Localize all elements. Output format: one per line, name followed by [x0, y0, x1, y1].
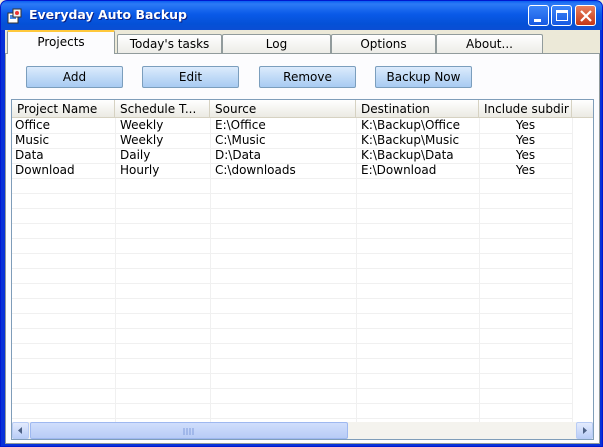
- scroll-left-button[interactable]: [12, 422, 29, 439]
- grid-line: [12, 238, 572, 239]
- edit-button[interactable]: Edit: [142, 66, 239, 88]
- grid-line: [12, 358, 572, 359]
- grid-line: [572, 118, 573, 422]
- cell-schedule: Hourly: [120, 163, 160, 177]
- tab-strip: Projects Today's tasks Log Options About…: [5, 30, 600, 55]
- grid-line: [12, 403, 572, 404]
- table-row[interactable]: Music Weekly C:\Music K:\Backup\Music Ye…: [12, 133, 572, 148]
- minimize-button[interactable]: [528, 5, 549, 26]
- cell-source: E:\Office: [215, 118, 266, 132]
- cell-include-subdir: Yes: [515, 148, 536, 162]
- close-icon: [580, 10, 592, 22]
- cell-schedule: Weekly: [120, 118, 164, 132]
- cell-include-subdir: Yes: [515, 163, 536, 177]
- table-row[interactable]: Data Daily D:\Data K:\Backup\Data Yes: [12, 148, 572, 163]
- window-title: Everyday Auto Backup: [29, 7, 187, 22]
- grid-line: [12, 313, 572, 314]
- cell-include-subdir: Yes: [515, 133, 536, 147]
- grid-line: [12, 388, 572, 389]
- cell-destination: E:\Download: [361, 163, 437, 177]
- grid-line: [12, 268, 572, 269]
- cell-schedule: Daily: [120, 148, 151, 162]
- grid-line: [12, 193, 572, 194]
- projects-list[interactable]: Project Name Schedule T... Source Destin…: [11, 99, 594, 440]
- cell-project-name: Data: [15, 148, 44, 162]
- column-header-schedule-type[interactable]: Schedule T...: [115, 100, 210, 118]
- title-bar[interactable]: Everyday Auto Backup: [1, 1, 602, 30]
- app-backup-icon: [7, 8, 22, 24]
- grid-line: [12, 208, 572, 209]
- cell-source: C:\Music: [215, 133, 266, 147]
- remove-button[interactable]: Remove: [259, 66, 356, 88]
- column-header-destination[interactable]: Destination: [356, 100, 479, 118]
- minimize-icon: [534, 19, 541, 22]
- table-row[interactable]: Office Weekly E:\Office K:\Backup\Office…: [12, 118, 572, 133]
- grid-line: [12, 418, 572, 419]
- column-header-source[interactable]: Source: [210, 100, 356, 118]
- tab-options[interactable]: Options: [331, 34, 436, 54]
- scroll-right-button[interactable]: [576, 422, 593, 439]
- grid-line: [12, 253, 572, 254]
- grid-line: [12, 178, 572, 179]
- list-header: Project Name Schedule T... Source Destin…: [12, 100, 593, 118]
- grid-line: [12, 373, 572, 374]
- tab-todays-tasks[interactable]: Today's tasks: [117, 34, 222, 54]
- scroll-thumb[interactable]: [30, 422, 348, 439]
- backup-now-button[interactable]: Backup Now: [375, 66, 472, 88]
- cell-destination: K:\Backup\Office: [361, 118, 461, 132]
- maximize-icon: [556, 10, 568, 21]
- cell-source: D:\Data: [215, 148, 261, 162]
- tab-about[interactable]: About...: [436, 34, 543, 54]
- column-header-include-subdir[interactable]: Include subdir: [479, 100, 572, 118]
- table-row[interactable]: Download Hourly C:\downloads E:\Download…: [12, 163, 572, 178]
- cell-project-name: Download: [15, 163, 75, 177]
- grid-line: [12, 328, 572, 329]
- grid-line: [12, 223, 572, 224]
- cell-include-subdir: Yes: [515, 118, 536, 132]
- close-button[interactable]: [575, 5, 596, 26]
- tab-log[interactable]: Log: [222, 34, 331, 54]
- tab-projects[interactable]: Projects: [7, 30, 115, 54]
- grip-icon: [183, 428, 194, 435]
- cell-project-name: Music: [15, 133, 50, 147]
- client-area: Projects Today's tasks Log Options About…: [5, 30, 600, 444]
- horizontal-scrollbar[interactable]: [12, 422, 593, 439]
- grid-line: [12, 283, 572, 284]
- cell-destination: K:\Backup\Music: [361, 133, 460, 147]
- arrow-left-icon: [18, 427, 22, 434]
- grid-line: [12, 343, 572, 344]
- cell-schedule: Weekly: [120, 133, 164, 147]
- cell-project-name: Office: [15, 118, 51, 132]
- projects-panel: Add Edit Remove Backup Now Project Name …: [5, 53, 600, 444]
- cell-destination: K:\Backup\Data: [361, 148, 454, 162]
- arrow-right-icon: [583, 427, 587, 434]
- column-header-project-name[interactable]: Project Name: [12, 100, 115, 118]
- grid-line: [12, 298, 572, 299]
- app-window: Everyday Auto Backup Projects Today's ta…: [0, 0, 603, 447]
- add-button[interactable]: Add: [26, 66, 123, 88]
- cell-source: C:\downloads: [215, 163, 296, 177]
- maximize-button[interactable]: [551, 5, 572, 26]
